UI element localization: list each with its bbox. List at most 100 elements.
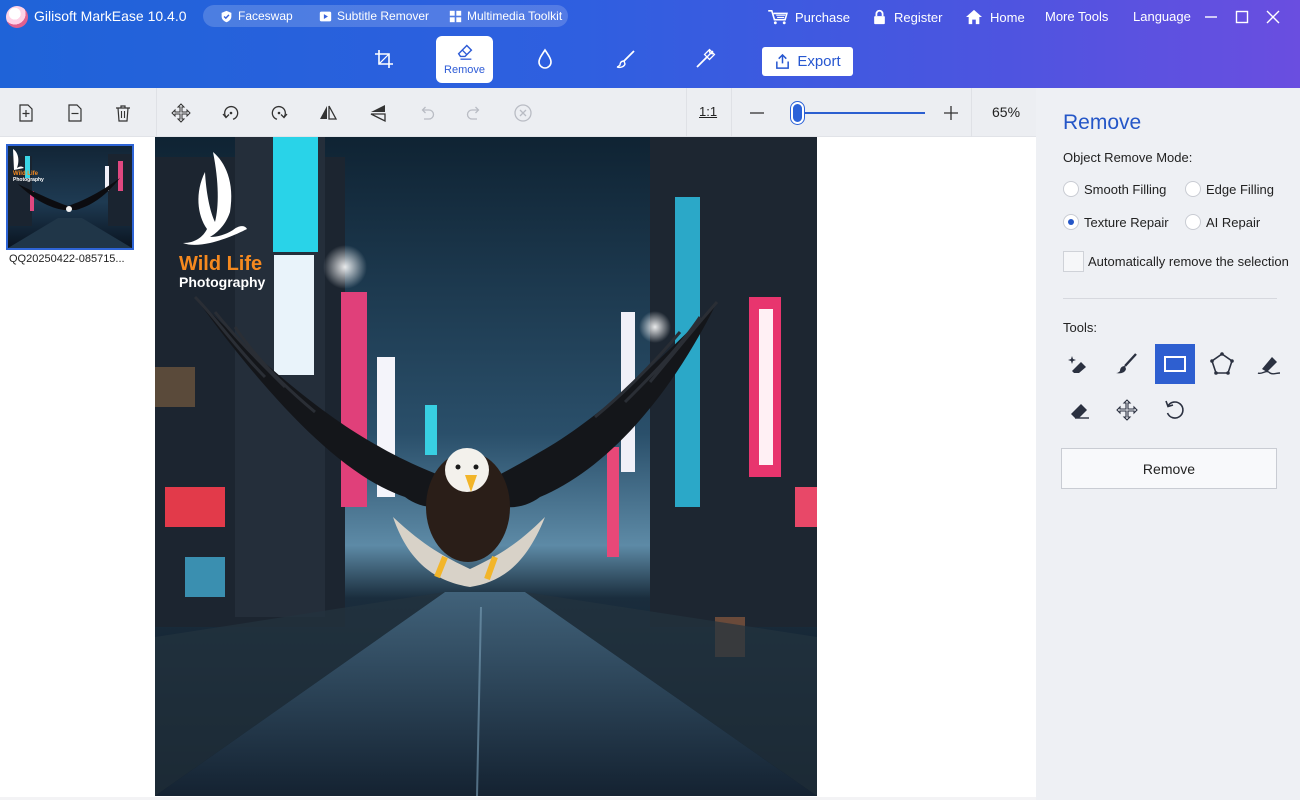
home-icon: [966, 9, 982, 25]
watermark-line1: Wild Life: [179, 253, 262, 275]
remove-button[interactable]: Remove: [1061, 448, 1277, 489]
multimedia-toolkit-link[interactable]: Multimedia Toolkit: [449, 5, 562, 27]
play-icon: [319, 11, 332, 21]
export-icon: [776, 53, 790, 69]
register-link[interactable]: Register: [871, 9, 942, 25]
flip-vertical-button[interactable]: [366, 101, 390, 125]
flip-horizontal-button[interactable]: [316, 101, 340, 125]
move-button[interactable]: [169, 101, 193, 125]
remove-settings-panel: Remove Object Remove Mode: Smooth Fillin…: [1036, 88, 1300, 800]
tools-label: Tools:: [1063, 320, 1097, 335]
ai-repair-label: AI Repair: [1206, 214, 1261, 230]
edge-filling-radio[interactable]: Edge Filling: [1185, 181, 1274, 197]
language-link[interactable]: Language: [1133, 9, 1191, 24]
zoom-slider-thumb[interactable]: [790, 102, 804, 124]
magic-wand-icon: [696, 48, 716, 68]
home-link[interactable]: Home: [964, 9, 1025, 25]
watermark-tab[interactable]: [530, 44, 560, 74]
export-label: Export: [797, 53, 841, 70]
title-bar: Gilisoft MarkEase 10.4.0 Faceswap Subtit…: [0, 0, 1300, 34]
minimize-button[interactable]: [1200, 6, 1222, 28]
undo-button[interactable]: [414, 101, 438, 125]
flip-vertical-icon: [370, 105, 386, 123]
app-logo-icon: [6, 6, 28, 28]
pan-tool[interactable]: [1107, 390, 1147, 430]
remove-tab[interactable]: Remove: [436, 36, 493, 83]
radio-circle: [1185, 214, 1201, 230]
auto-remove-checkbox[interactable]: [1063, 251, 1084, 272]
more-tools-label: More Tools: [1045, 9, 1109, 24]
smooth-filling-radio[interactable]: Smooth Filling: [1063, 181, 1166, 197]
file-list-panel: Wild Life Photography QQ20250422-085715.…: [0, 137, 152, 797]
rotate-right-icon: [271, 105, 288, 120]
rotate-left-icon: [222, 105, 239, 120]
brush-icon: [616, 50, 635, 69]
maximize-button[interactable]: [1231, 6, 1253, 28]
clear-icon: [514, 104, 532, 122]
smart-select-tool[interactable]: [1060, 344, 1100, 384]
close-icon: [1266, 10, 1280, 24]
trash-icon: [116, 105, 130, 122]
eraser-icon: [1071, 404, 1089, 419]
rectangle-select-tool[interactable]: [1155, 344, 1195, 384]
zoom-reset-button[interactable]: 1:1: [699, 104, 717, 119]
brush-tool[interactable]: [1107, 344, 1147, 384]
subtitle-remover-link[interactable]: Subtitle Remover: [319, 5, 429, 27]
faceswap-link[interactable]: Faceswap: [220, 5, 293, 27]
polygon-select-tool[interactable]: [1202, 344, 1242, 384]
eagle-city-photo: Wild Life Photography: [155, 137, 817, 796]
auto-remove-label: Automatically remove the selection: [1088, 254, 1289, 269]
magic-tab[interactable]: [690, 44, 720, 74]
lock-icon: [874, 9, 885, 25]
auto-remove-checkbox-row[interactable]: Automatically remove the selection: [1063, 251, 1289, 272]
purchase-link[interactable]: Purchase: [767, 9, 850, 25]
export-button[interactable]: Export: [762, 47, 853, 76]
redo-button[interactable]: [463, 101, 487, 125]
multimedia-toolkit-label: Multimedia Toolkit: [467, 9, 563, 23]
app-header: Gilisoft MarkEase 10.4.0 Faceswap Subtit…: [0, 0, 1300, 88]
thumbnail-watermark-line2: Photography: [13, 177, 44, 183]
zoom-in-button[interactable]: [939, 101, 963, 125]
zoom-out-button[interactable]: [745, 101, 769, 125]
texture-repair-label: Texture Repair: [1084, 214, 1169, 230]
reset-tool[interactable]: [1155, 390, 1195, 430]
panel-title: Remove: [1063, 111, 1142, 134]
zoom-slider-track[interactable]: [791, 112, 925, 114]
watermark-line2: Photography: [179, 274, 266, 290]
brush-icon: [1116, 353, 1137, 374]
rectangle-icon: [1164, 356, 1186, 372]
smooth-filling-label: Smooth Filling: [1084, 181, 1167, 197]
grid-icon: [449, 10, 462, 22]
thumbnail-image: Wild Life Photography: [8, 146, 132, 248]
move-icon: [171, 103, 191, 123]
rotate-left-button[interactable]: [219, 101, 243, 125]
radio-circle-checked: [1063, 214, 1079, 230]
feature-pill: Faceswap Subtitle Remover Multimedia Too…: [203, 5, 568, 27]
file-thumbnail[interactable]: Wild Life Photography: [6, 144, 134, 250]
delete-button[interactable]: [111, 101, 135, 125]
droplet-icon: [538, 48, 552, 69]
edit-photo[interactable]: Wild Life Photography: [155, 137, 817, 796]
rotate-right-button[interactable]: [267, 101, 291, 125]
close-button[interactable]: [1262, 6, 1284, 28]
more-tools-link[interactable]: More Tools: [1045, 9, 1108, 24]
pen-select-tool[interactable]: [1249, 344, 1289, 384]
eraser-tool[interactable]: [1060, 390, 1100, 430]
radio-circle: [1185, 181, 1201, 197]
paint-tab[interactable]: [611, 44, 641, 74]
clear-button[interactable]: [511, 101, 535, 125]
texture-repair-radio[interactable]: Texture Repair: [1063, 214, 1169, 230]
language-label: Language: [1133, 9, 1191, 24]
register-label: Register: [894, 9, 943, 25]
add-file-button[interactable]: [14, 101, 38, 125]
remove-file-button[interactable]: [63, 101, 87, 125]
zoom-value: 65%: [992, 104, 1021, 120]
magic-eraser-icon: [1068, 356, 1086, 373]
ai-repair-radio[interactable]: AI Repair: [1185, 214, 1260, 230]
polygon-icon: [1210, 352, 1234, 375]
thumbnail-caption: QQ20250422-085715...: [9, 253, 125, 265]
home-label: Home: [990, 9, 1025, 25]
crop-tab[interactable]: [369, 44, 399, 74]
eraser-icon: [457, 44, 472, 60]
radio-circle: [1063, 181, 1079, 197]
